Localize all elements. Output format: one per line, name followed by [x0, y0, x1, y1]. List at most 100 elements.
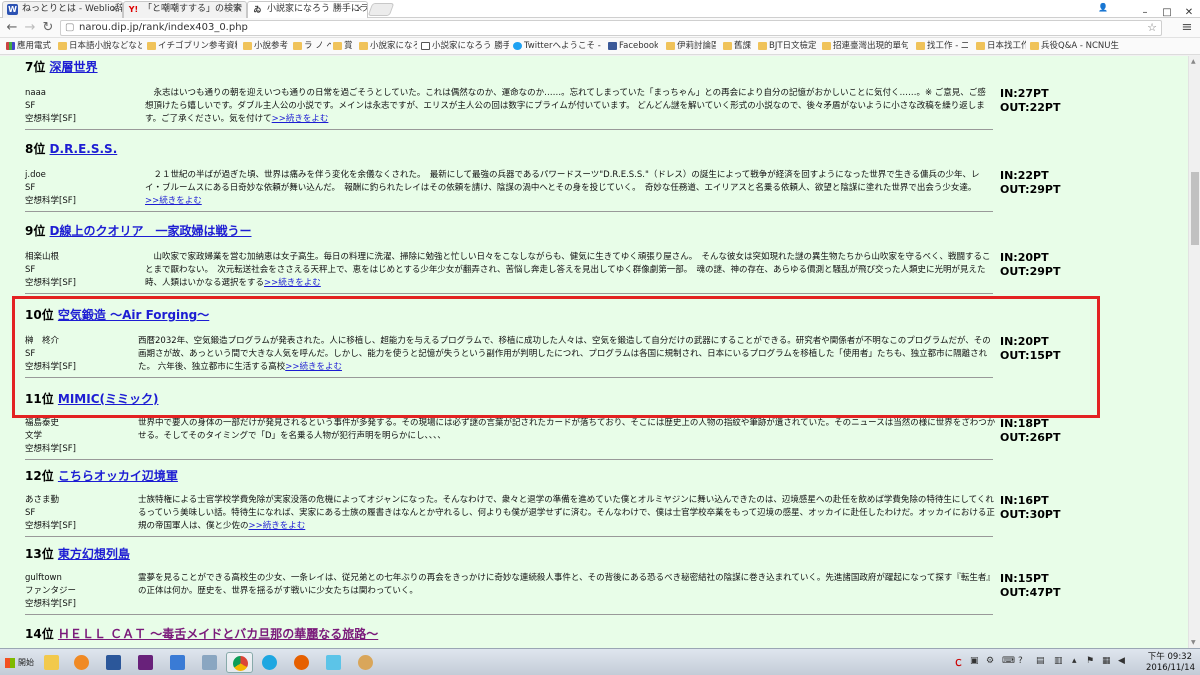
bookmark-item[interactable]: 伊莉討論區 — [666, 38, 716, 54]
close-tab-icon[interactable]: × — [355, 2, 363, 17]
close-tab-icon[interactable]: × — [234, 2, 242, 17]
network-icon[interactable]: ▦ — [1102, 656, 1111, 666]
bookmark-item[interactable]: 舊課 — [723, 38, 751, 54]
start-button[interactable]: 開始 — [2, 652, 40, 673]
scroll-up-arrow-icon[interactable]: ▲ — [1191, 58, 1196, 65]
volume-icon[interactable]: ◀ — [1118, 656, 1125, 666]
bookmark-item[interactable]: 日本語小說などなど — [58, 38, 142, 54]
close-tab-icon[interactable]: × — [110, 2, 118, 17]
back-arrow-icon[interactable]: ← — [4, 19, 20, 37]
chrome-menu-icon[interactable]: ≡ — [1180, 19, 1194, 37]
remote-desktop-icon — [170, 655, 185, 670]
taskbar-visual-studio[interactable] — [132, 652, 159, 673]
in-points: IN:18PT — [1000, 417, 1049, 430]
synopsis: 山吹家で家政婦業を営む加納恵は女子高生。毎日の料理に洗濯、掃除に勉強と忙しい日々… — [145, 251, 993, 290]
author: j.doe — [25, 170, 46, 180]
bookmark-item[interactable]: Twitterへようこそ - — [513, 38, 603, 54]
taskbar-chrome[interactable] — [226, 652, 253, 673]
in-points: IN:20PT — [1000, 251, 1049, 264]
out-points: OUT:30PT — [1000, 508, 1061, 521]
help-icon[interactable]: ? — [1018, 656, 1023, 666]
entry-heading: 7位 深層世界 — [25, 60, 98, 74]
bookmark-item[interactable]: 應用電式 — [6, 38, 51, 54]
category: 空想科学[SF] — [25, 599, 76, 609]
settings-icon[interactable]: ⚙ — [986, 656, 994, 666]
bookmark-label: 兵役Q&A - NCNU生 — [1041, 41, 1119, 51]
language-icon[interactable]: ▥ — [1054, 656, 1063, 666]
flag-icon[interactable]: ⚑ — [1086, 656, 1094, 666]
tray-app-icon[interactable]: ▤ — [1036, 656, 1045, 666]
taskbar-media-player[interactable] — [68, 652, 95, 673]
folder-icon — [44, 655, 59, 670]
tab-weblio[interactable]: W ねっとりとは - Weblio辞 × — [2, 1, 123, 18]
keyboard-icon[interactable]: ⌨ — [1002, 656, 1015, 666]
bookmark-item[interactable]: 小說参考 — [243, 38, 288, 54]
bookmark-item[interactable]: 小說家になろう — [359, 38, 417, 54]
bookmark-item[interactable]: 兵役Q&A - NCNU生 — [1030, 38, 1120, 54]
chevron-up-icon[interactable]: ▴ — [1072, 656, 1077, 666]
chrome-icon — [233, 656, 248, 671]
bookmark-label: 小說家になろう — [370, 41, 417, 51]
reload-icon[interactable]: ↻ — [40, 19, 56, 37]
bookmark-item[interactable]: イチゴブリン参考資料 — [147, 38, 237, 54]
bookmark-item[interactable]: 找工作 - 二 — [916, 38, 968, 54]
author: 福島泰史 — [25, 418, 60, 428]
in-points: IN:16PT — [1000, 494, 1049, 507]
bookmark-item[interactable]: 招連臺灣出現的單句 — [822, 38, 908, 54]
taskbar-remote-desktop[interactable] — [164, 652, 191, 673]
taskbar-calculator[interactable] — [196, 652, 223, 673]
bookmark-item[interactable]: 賞 — [333, 38, 353, 54]
clock[interactable]: 下午 09:32 2016/11/14 — [1146, 652, 1195, 674]
folder-icon — [822, 42, 831, 50]
bookmark-item[interactable]: ラ ノ ベ — [293, 38, 331, 54]
bookmark-label: イチゴブリン参考資料 — [158, 41, 237, 51]
ime-indicator[interactable]: Ｃ — [954, 656, 963, 669]
synopsis: 士族特権による士官学校学費免除が実家没落の危機によってオジャンになった。そんなわ… — [138, 494, 998, 533]
rank-number: 13位 — [25, 547, 54, 561]
novel-title-link[interactable]: こちらオッカイ辺境軍 — [58, 469, 178, 483]
novel-title-link[interactable]: 深層世界 — [50, 60, 98, 74]
taskbar-internet-explorer[interactable] — [256, 652, 283, 673]
bookmark-star-icon[interactable]: ☆ — [1147, 21, 1157, 35]
word-icon — [106, 655, 121, 670]
scrollbar-thumb[interactable] — [1191, 172, 1199, 245]
weblio-favicon-icon: W — [7, 4, 18, 15]
windows-taskbar: 開始 Ｃ ▣ ⚙ ⌨ ? ▤ ▥ ▴ ⚑ ▦ ◀ 下午 09:32 2016/1… — [0, 648, 1200, 675]
category: 空想科学[SF] — [25, 521, 76, 531]
window-controls: – □ ✕ — [1134, 0, 1200, 18]
novel-title-link[interactable]: ＨＥＬＬ ＣＡＴ 〜毒舌メイドとバカ旦那の華麗なる旅路〜 — [58, 627, 378, 641]
novel-title-link[interactable]: D.R.E.S.S. — [50, 142, 118, 156]
read-more-link[interactable]: >>続きをよむ — [264, 278, 321, 288]
taskbar-paint[interactable] — [352, 652, 379, 673]
tray-icon[interactable]: ▣ — [970, 656, 979, 666]
read-more-link[interactable]: >>続きをよむ — [272, 114, 329, 124]
bookmark-item[interactable]: 小説家になろう 勝手… — [421, 38, 509, 54]
entry-heading: 12位 こちらオッカイ辺境軍 — [25, 469, 178, 483]
taskbar-explorer[interactable] — [38, 652, 65, 673]
tab-narou-ranking[interactable]: ゐ 小説家になろう 勝手にラ × — [247, 1, 368, 18]
address-bar[interactable]: ▢ narou.dip.jp/rank/index403_0.php ☆ — [60, 20, 1162, 36]
folder-icon — [976, 42, 985, 50]
divider — [25, 536, 993, 537]
firefox-icon — [294, 655, 309, 670]
taskbar-app-box[interactable] — [320, 652, 347, 673]
bookmark-label: Twitterへようこそ - — [524, 41, 601, 51]
taskbar-word[interactable] — [100, 652, 127, 673]
read-more-link[interactable]: >>続きをよむ — [249, 521, 306, 531]
user-profile-icon[interactable]: 👤 — [1098, 3, 1108, 12]
scroll-down-arrow-icon[interactable]: ▼ — [1191, 639, 1196, 646]
taskbar-firefox[interactable] — [288, 652, 315, 673]
new-tab-button[interactable] — [367, 3, 395, 16]
page-info-icon[interactable]: ▢ — [65, 21, 74, 35]
browser-toolbar: ← → ↻ ▢ narou.dip.jp/rank/index403_0.php… — [0, 18, 1200, 38]
tab-yahoo-search[interactable]: Y! 「と嘲嘲すする」の検索 × — [123, 1, 247, 18]
bookmark-item[interactable]: BJT日文檢定 — [758, 38, 820, 54]
read-more-link[interactable]: >>続きをよむ — [145, 196, 202, 206]
folder-icon — [359, 42, 368, 50]
novel-title-link[interactable]: D線上のクオリア 一家政婦は戦うー — [50, 224, 252, 238]
bookmark-item[interactable]: 日本找工作 — [976, 38, 1026, 54]
novel-title-link[interactable]: 東方幻想列島 — [58, 547, 130, 561]
forward-arrow-icon[interactable]: → — [22, 19, 38, 37]
page-scrollbar[interactable]: ▲ ▼ — [1188, 56, 1200, 648]
bookmark-item[interactable]: Facebook — [608, 38, 658, 54]
